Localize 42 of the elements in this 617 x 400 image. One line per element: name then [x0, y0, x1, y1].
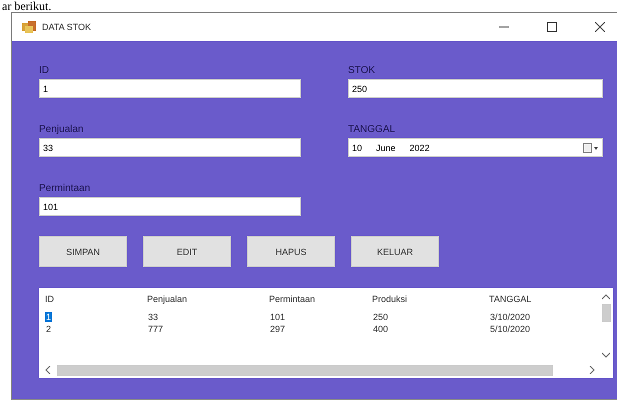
column-header: Produksi: [372, 294, 408, 304]
column-header: TANGGAL: [489, 294, 532, 304]
calendar-dropdown-icon[interactable]: [583, 142, 599, 152]
window-title: DATA STOK: [42, 22, 92, 32]
action-button[interactable]: EDIT: [143, 236, 231, 267]
column-header: Penjualan: [147, 294, 188, 304]
field-label: STOK: [348, 65, 376, 76]
field-label: ID: [39, 65, 50, 76]
table-cell: 400: [372, 324, 390, 334]
scroll-thumb[interactable]: [57, 364, 553, 376]
table-cell: 5/10/2020: [489, 324, 532, 334]
maximize-icon[interactable]: [547, 22, 557, 32]
input-field[interactable]: 33: [39, 138, 301, 157]
horizontal-scrollbar[interactable]: [45, 364, 595, 376]
table-cell: 1: [45, 312, 52, 322]
scroll-left-icon[interactable]: [45, 366, 51, 374]
input-field[interactable]: 250: [348, 79, 603, 98]
scroll-thumb[interactable]: [602, 304, 610, 322]
action-button[interactable]: KELUAR: [351, 236, 439, 267]
scroll-right-icon[interactable]: [589, 366, 595, 374]
column-header: ID: [45, 294, 55, 304]
table-cell: 33: [147, 312, 160, 322]
table-cell: 3/10/2020: [489, 312, 532, 322]
field-label: Penjualan: [39, 124, 84, 135]
action-button[interactable]: SIMPAN: [39, 236, 127, 267]
input-field[interactable]: 1: [39, 79, 301, 98]
caption-text: ar berikut.: [1, 0, 52, 12]
table-cell: 297: [269, 324, 286, 334]
column-header: Permintaan: [269, 294, 316, 304]
table-cell: 101: [269, 312, 286, 322]
field-label: Permintaan: [39, 183, 92, 194]
app-icon: [22, 21, 36, 33]
table-cell: 777: [147, 324, 164, 334]
action-button[interactable]: HAPUS: [247, 236, 335, 267]
scroll-down-icon[interactable]: [602, 352, 610, 358]
scroll-up-icon[interactable]: [602, 294, 610, 300]
close-icon[interactable]: [595, 22, 605, 32]
table-cell: 250: [372, 312, 390, 322]
table-cell: 2: [45, 324, 52, 334]
date-picker[interactable]: 10 June 2022: [348, 138, 603, 157]
input-field[interactable]: 101: [39, 197, 301, 216]
field-label: TANGGAL: [348, 124, 396, 135]
